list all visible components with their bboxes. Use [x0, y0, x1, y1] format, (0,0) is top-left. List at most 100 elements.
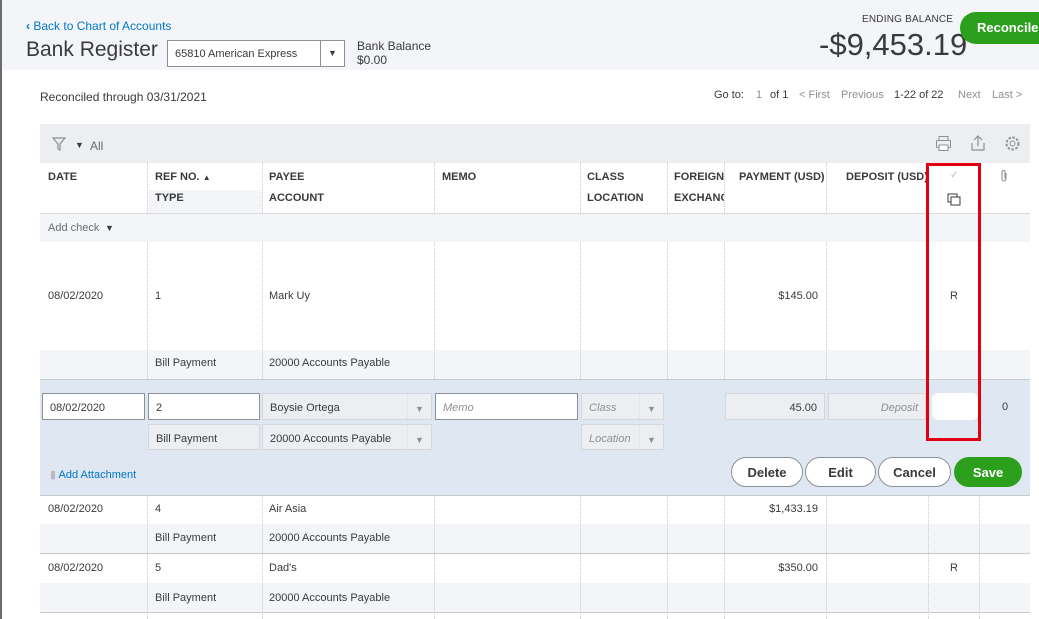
export-icon[interactable]	[970, 134, 986, 157]
col-separator	[580, 163, 581, 213]
register-toolbar	[40, 124, 1030, 163]
reconciled-through-text: Reconciled through 03/31/2021	[40, 90, 207, 104]
col-location[interactable]: LOCATION	[587, 192, 644, 204]
delete-button[interactable]: Delete	[731, 457, 803, 487]
back-link-label: Back to Chart of Accounts	[33, 19, 172, 33]
highlight-annotation-box	[926, 163, 981, 441]
location-select[interactable]: Location ▼	[581, 424, 664, 450]
row-payment: $350.00	[778, 562, 818, 574]
col-type[interactable]: TYPE	[155, 192, 184, 204]
col-separator	[262, 496, 263, 619]
col-separator	[826, 163, 827, 213]
paperclip-icon: ▮	[50, 469, 59, 481]
col-memo[interactable]: MEMO	[442, 171, 476, 183]
deposit-input[interactable]: Deposit	[828, 393, 926, 420]
add-check-label: Add check	[48, 222, 100, 234]
row-payment: $145.00	[778, 290, 818, 302]
table-row[interactable]	[40, 496, 1030, 524]
col-separator	[724, 163, 725, 213]
row-date: 08/02/2020	[48, 290, 104, 302]
back-to-chart-link[interactable]: ‹ Back to Chart of Accounts	[26, 19, 171, 33]
save-button[interactable]: Save	[954, 457, 1022, 487]
date-input[interactable]: 08/02/2020	[42, 393, 145, 420]
account-value: 20000 Accounts Payable	[270, 433, 392, 445]
row-account: 20000 Accounts Payable	[269, 532, 391, 544]
caret-down-icon: ▼	[102, 223, 114, 233]
divider	[40, 612, 1030, 613]
payment-input[interactable]: 45.00	[725, 393, 825, 420]
col-foreign[interactable]: FOREIGN	[674, 171, 724, 183]
col-separator	[580, 496, 581, 619]
memo-input[interactable]: Memo	[435, 393, 578, 420]
col-date[interactable]: DATE	[48, 171, 77, 183]
reconcile-button[interactable]: Reconcile	[960, 12, 1039, 44]
col-separator	[667, 242, 668, 379]
col-ref-no-label: REF NO.	[155, 171, 200, 183]
table-row[interactable]	[40, 242, 1030, 350]
caret-down-icon[interactable]: ▼	[75, 140, 84, 150]
account-select[interactable]: 65810 American Express ▼	[167, 40, 345, 67]
pager-goto-label: Go to:	[714, 89, 744, 101]
ref-no-input[interactable]: 2	[148, 393, 260, 420]
row-payee: Air Asia	[269, 503, 307, 515]
pager-of: of 1	[770, 89, 789, 101]
bank-balance-value: $0.00	[357, 53, 388, 67]
chevron-down-icon[interactable]: ▼	[639, 425, 663, 449]
table-row[interactable]	[40, 554, 1030, 583]
row-type: Bill Payment	[155, 592, 217, 604]
row-date: 08/02/2020	[48, 562, 104, 574]
add-check-row	[40, 214, 1030, 242]
chevron-down-icon[interactable]: ▼	[320, 41, 344, 66]
add-check-button[interactable]: Add check ▼	[48, 222, 114, 234]
col-ref-no[interactable]: REF NO. ▲	[155, 171, 211, 183]
col-separator	[147, 163, 148, 213]
pager-first-link[interactable]: < First	[799, 89, 830, 101]
row-payee: Mark Uy	[269, 290, 310, 302]
pager-page-input[interactable]: 1	[756, 89, 762, 101]
filter-button[interactable]	[51, 137, 67, 157]
row-date: 08/02/2020	[48, 503, 104, 515]
col-payee[interactable]: PAYEE	[269, 171, 304, 183]
row-type: Bill Payment	[155, 532, 217, 544]
ending-balance-label: ENDING BALANCE	[862, 14, 954, 25]
class-select[interactable]: Class ▼	[581, 393, 664, 420]
col-separator	[979, 496, 980, 619]
attachment-count: 0	[1002, 401, 1009, 413]
chevron-down-icon[interactable]: ▼	[639, 394, 663, 419]
account-select[interactable]: 20000 Accounts Payable ▼	[262, 424, 432, 450]
row-account: 20000 Accounts Payable	[269, 357, 391, 369]
pager-range: 1-22 of 22	[894, 89, 944, 101]
col-class[interactable]: CLASS	[587, 171, 624, 183]
col-separator	[667, 496, 668, 619]
chevron-down-icon[interactable]: ▼	[407, 394, 431, 419]
gear-icon[interactable]	[1004, 135, 1021, 157]
filter-label: All	[90, 139, 104, 153]
location-placeholder: Location	[589, 433, 631, 445]
cancel-button[interactable]: Cancel	[878, 457, 951, 487]
add-attachment-link[interactable]: ▮ Add Attachment	[50, 468, 136, 481]
col-payment[interactable]: PAYMENT (USD)	[739, 171, 825, 183]
print-icon[interactable]	[935, 135, 952, 157]
payee-value: Boysie Ortega	[270, 402, 340, 414]
edit-button[interactable]: Edit	[805, 457, 876, 487]
col-account[interactable]: ACCOUNT	[269, 192, 324, 204]
paperclip-icon[interactable]	[999, 169, 1009, 188]
col-exchange[interactable]: EXCHANG	[674, 192, 724, 204]
pager-next-link[interactable]: Next	[958, 89, 981, 101]
sort-up-icon: ▲	[202, 173, 211, 182]
filter-icon	[51, 137, 67, 151]
bank-register-page: ‹ Back to Chart of Accounts Bank Registe…	[0, 0, 1039, 619]
col-separator	[826, 496, 827, 619]
row-payment: $1,433.19	[769, 503, 818, 515]
col-separator	[147, 242, 148, 379]
row-ref: 4	[155, 503, 162, 515]
col-separator	[434, 163, 435, 213]
row-ref: 1	[155, 290, 162, 302]
chevron-down-icon[interactable]: ▼	[407, 425, 431, 449]
col-separator	[434, 496, 435, 619]
col-deposit[interactable]: DEPOSIT (USD)	[846, 171, 928, 183]
pager-last-link[interactable]: Last >	[992, 89, 1022, 101]
pager-previous-link[interactable]: Previous	[841, 89, 884, 101]
payee-select[interactable]: Boysie Ortega ▼	[262, 393, 432, 420]
class-placeholder: Class	[589, 402, 617, 414]
